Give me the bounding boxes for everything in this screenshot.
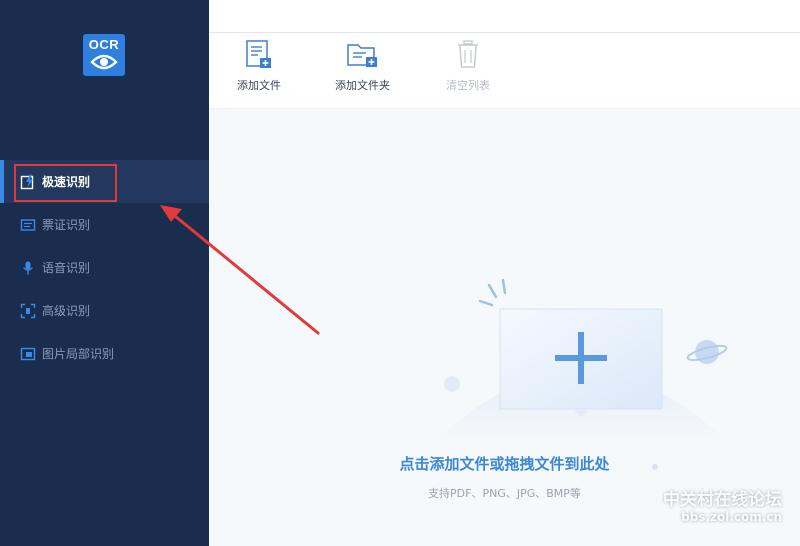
image-crop-icon (20, 347, 36, 360)
sidebar-item-partial-image-recognition[interactable]: 图片局部识别 (0, 332, 209, 375)
toolbar: 添加文件 添加文件夹 清空列表 (209, 33, 800, 109)
add-folder-button[interactable]: 添加文件夹 (335, 39, 390, 93)
sidebar-item-fast-recognition[interactable]: 极速识别 (0, 160, 209, 203)
add-folder-label: 添加文件夹 (335, 79, 390, 92)
watermark: 中关村在线论坛 bbs.zol.com.cn (663, 485, 782, 524)
sidebar-item-label: 语音识别 (42, 261, 91, 275)
fast-recognition-icon (20, 174, 34, 189)
upload-illustration (431, 278, 731, 470)
sidebar-item-ticket-recognition[interactable]: 票证识别 (0, 203, 209, 246)
trash-icon (458, 40, 478, 68)
planet-icon (686, 340, 728, 364)
sidebar: OCR 极速识别 票证识别 语音识别 高级识别 图片局部识别 (0, 0, 209, 546)
watermark-url: bbs.zol.com.cn (681, 510, 782, 524)
drop-zone[interactable]: 点击添加文件或拖拽文件到此处 支持PDF、PNG、JPG、BMP等 (209, 109, 800, 546)
clear-list-label: 清空列表 (446, 79, 490, 92)
sidebar-item-voice-recognition[interactable]: 语音识别 (0, 246, 209, 289)
add-folder-icon (346, 44, 377, 67)
scan-frame-icon (20, 303, 36, 318)
eye-icon (90, 54, 118, 70)
sidebar-item-label: 极速识别 (42, 175, 91, 189)
ticket-icon (20, 218, 36, 231)
ocr-logo: OCR (83, 34, 125, 76)
main-panel: 添加文件 添加文件夹 清空列表 点击添加文件或拖拽文件到此处 支持PDF、PNG… (209, 0, 800, 546)
title-bar (209, 0, 800, 33)
add-file-button[interactable]: 添加文件 (237, 39, 281, 93)
add-file-label: 添加文件 (237, 79, 281, 92)
clear-list-button[interactable]: 清空列表 (446, 39, 490, 93)
sidebar-item-advanced-recognition[interactable]: 高级识别 (0, 289, 209, 332)
sidebar-item-label: 图片局部识别 (42, 347, 115, 361)
microphone-icon (22, 261, 34, 274)
drop-zone-title: 点击添加文件或拖拽文件到此处 (399, 455, 610, 473)
watermark-title: 中关村在线论坛 (663, 490, 782, 509)
sparkle-icon (478, 278, 507, 307)
logo-text: OCR (88, 37, 120, 52)
sidebar-item-label: 票证识别 (42, 218, 91, 232)
sidebar-item-label: 高级识别 (42, 304, 91, 318)
add-file-icon (246, 40, 271, 68)
